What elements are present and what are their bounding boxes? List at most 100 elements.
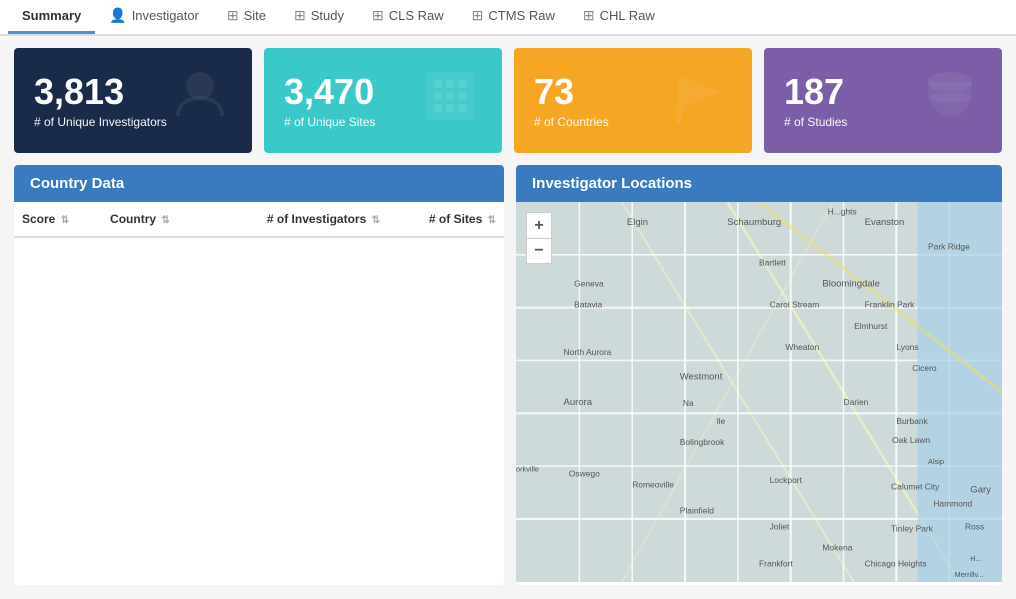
svg-text:Elmhurst: Elmhurst [854, 321, 888, 331]
nav-label-ctms-raw: CTMS Raw [488, 8, 554, 23]
svg-text:Wheaton: Wheaton [785, 342, 819, 352]
zoom-out-button[interactable]: − [526, 238, 552, 264]
zoom-in-button[interactable]: + [526, 212, 552, 238]
stat-label-investigators: # of Unique Investigators [34, 115, 167, 129]
nav-item-site[interactable]: ⊞ Site [213, 0, 280, 34]
col-score[interactable]: Score ⇅ [14, 202, 102, 237]
svg-text:North Aurora: North Aurora [564, 347, 612, 357]
svg-text:Merrillv...: Merrillv... [954, 570, 983, 579]
country-table: Score ⇅ Country ⇅ # of Investigators ⇅ #… [14, 202, 504, 238]
svg-text:Gary: Gary [970, 485, 991, 496]
nav-item-investigator[interactable]: 👤 Investigator [95, 0, 213, 34]
svg-text:Alsip: Alsip [928, 457, 944, 466]
stat-icon-countries [668, 64, 732, 137]
svg-text:Elgin: Elgin [627, 217, 648, 228]
map-panel: Investigator Locations [516, 165, 1002, 585]
stat-card-text-sites: 3,470 # of Unique Sites [284, 72, 375, 130]
svg-text:Romeoville: Romeoville [632, 479, 674, 489]
svg-text:Na: Na [683, 398, 694, 408]
svg-text:Westmont: Westmont [680, 371, 723, 382]
stat-number-investigators: 3,813 [34, 72, 167, 112]
nav-label-study: Study [311, 8, 344, 23]
svg-text:orkville: orkville [516, 464, 539, 473]
nav-label-site: Site [244, 8, 266, 23]
stat-card-text-countries: 73 # of Countries [534, 72, 609, 130]
country-table-head: Score ⇅ Country ⇅ # of Investigators ⇅ #… [14, 202, 504, 237]
nav-label-investigator: Investigator [132, 8, 199, 23]
svg-text:Lockport: Lockport [770, 475, 803, 485]
col-investigators[interactable]: # of Investigators ⇅ [208, 202, 388, 237]
col-country[interactable]: Country ⇅ [102, 202, 208, 237]
svg-text:Hammond: Hammond [933, 498, 972, 508]
nav-item-ctms-raw[interactable]: ⊞ CTMS Raw [458, 0, 569, 34]
navigation: Summary👤Investigator⊞Site⊞Study⊞CLS Raw⊞… [0, 0, 1016, 36]
svg-text:Batavia: Batavia [574, 300, 602, 310]
svg-text:Ross: Ross [965, 522, 984, 532]
svg-text:Evanston: Evanston [865, 217, 905, 228]
svg-text:Frankfort: Frankfort [759, 558, 793, 568]
svg-text:Plainfield: Plainfield [680, 506, 715, 516]
svg-text:Oswego: Oswego [569, 469, 600, 479]
nav-label-summary: Summary [22, 8, 81, 23]
nav-icon-site: ⊞ [227, 7, 239, 24]
stat-number-studies: 187 [784, 72, 847, 112]
stat-card-sites: 3,470 # of Unique Sites [264, 48, 502, 153]
svg-text:Joliet: Joliet [770, 522, 790, 532]
nav-icon-ctms-raw: ⊞ [472, 7, 484, 24]
nav-icon-chl-raw: ⊞ [583, 7, 595, 24]
sort-icon-sites: ⇅ [488, 215, 496, 226]
country-data-panel: Country Data Score ⇅ Country ⇅ # of Inve… [14, 165, 504, 585]
nav-icon-cls-raw: ⊞ [372, 7, 384, 24]
table-header-row: Score ⇅ Country ⇅ # of Investigators ⇅ #… [14, 202, 504, 237]
svg-text:Bloomingdale: Bloomingdale [822, 279, 880, 290]
stat-card-investigators: 3,813 # of Unique Investigators [14, 48, 252, 153]
nav-label-chl-raw: CHL Raw [600, 8, 655, 23]
svg-text:Darien: Darien [844, 397, 869, 407]
country-panel-header: Country Data [14, 165, 504, 202]
sort-icon-score: ⇅ [61, 215, 69, 226]
nav-icon-investigator: 👤 [109, 7, 126, 24]
svg-text:Lyons: Lyons [896, 342, 918, 352]
nav-item-cls-raw[interactable]: ⊞ CLS Raw [358, 0, 458, 34]
svg-text:Cicero: Cicero [912, 363, 937, 373]
svg-text:Carol Stream: Carol Stream [770, 300, 820, 310]
stat-number-sites: 3,470 [284, 72, 375, 112]
svg-text:Franklin Park: Franklin Park [865, 300, 915, 310]
stat-number-countries: 73 [534, 72, 609, 112]
stat-cards-container: 3,813 # of Unique Investigators 3,470 # of … [0, 36, 1016, 165]
svg-text:Burbank: Burbank [896, 416, 928, 426]
stat-label-countries: # of Countries [534, 115, 609, 129]
stat-card-text-investigators: 3,813 # of Unique Investigators [34, 72, 167, 130]
nav-item-study[interactable]: ⊞ Study [280, 0, 358, 34]
svg-text:Bartlett: Bartlett [759, 257, 786, 267]
stat-card-countries: 73 # of Countries [514, 48, 752, 153]
stat-label-sites: # of Unique Sites [284, 115, 375, 129]
svg-text:Calumet City: Calumet City [891, 481, 940, 491]
nav-icon-study: ⊞ [294, 7, 306, 24]
svg-text:H...ghts: H...ghts [828, 207, 857, 217]
nav-item-chl-raw[interactable]: ⊞ CHL Raw [569, 0, 669, 34]
map-container[interactable]: Evanston Park Ridge Schaumburg Elgin Bar… [516, 202, 1002, 582]
stat-icon-studies [918, 64, 982, 137]
nav-label-cls-raw: CLS Raw [389, 8, 444, 23]
nav-item-summary[interactable]: Summary [8, 0, 95, 34]
svg-text:Oak Lawn: Oak Lawn [892, 435, 930, 445]
svg-text:lle: lle [717, 416, 726, 426]
col-sites[interactable]: # of Sites ⇅ [388, 202, 504, 237]
map-svg: Evanston Park Ridge Schaumburg Elgin Bar… [516, 202, 1002, 582]
svg-text:Tinley Park: Tinley Park [891, 524, 934, 534]
stat-label-studies: # of Studies [784, 115, 847, 129]
sort-icon-investigators: ⇅ [372, 215, 380, 226]
sort-icon-country: ⇅ [161, 215, 169, 226]
stat-card-text-studies: 187 # of Studies [784, 72, 847, 130]
stat-icon-sites [418, 64, 482, 137]
svg-text:Chicago Heights: Chicago Heights [865, 558, 927, 568]
map-zoom-controls: + − [526, 212, 552, 264]
country-table-container[interactable]: Score ⇅ Country ⇅ # of Investigators ⇅ #… [14, 202, 504, 238]
stat-card-studies: 187 # of Studies [764, 48, 1002, 153]
main-content: Country Data Score ⇅ Country ⇅ # of Inve… [0, 165, 1016, 599]
svg-text:Geneva: Geneva [574, 279, 604, 289]
svg-text:Park Ridge: Park Ridge [928, 242, 970, 252]
stat-icon-investigators [168, 64, 232, 137]
svg-text:Mokena: Mokena [822, 543, 852, 553]
